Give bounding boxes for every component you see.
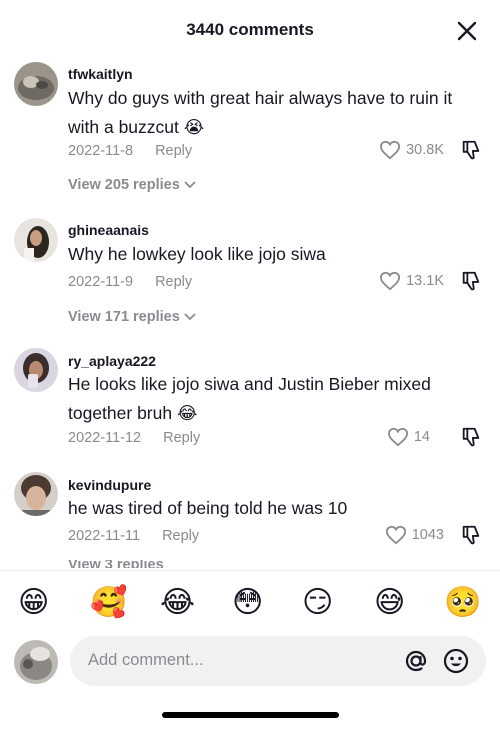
avatar[interactable]: [14, 218, 58, 262]
comment-date: 2022-11-12: [68, 430, 142, 446]
dislike-icon[interactable]: [460, 270, 482, 292]
comment-username[interactable]: tfwkaitlyn: [68, 66, 133, 82]
heart-icon: [380, 271, 401, 291]
comment-meta: 2022-11-12 Reply: [68, 430, 200, 446]
comment-date: 2022-11-9: [68, 274, 134, 290]
crying-emoji: 😭: [183, 117, 205, 137]
view-replies-button[interactable]: View 171 replies: [68, 309, 196, 325]
home-indicator[interactable]: [162, 712, 339, 718]
chevron-down-icon: [184, 181, 196, 189]
like-button[interactable]: 14: [387, 427, 430, 447]
comment-input-row: Add comment...: [0, 634, 500, 694]
comment-meta: 2022-11-11 Reply: [68, 528, 199, 544]
avatar[interactable]: [14, 472, 58, 516]
comment-input-placeholder: Add comment...: [88, 651, 204, 669]
smiling-hearts-emoji-button[interactable]: 🥰: [90, 585, 127, 621]
comment-username[interactable]: ry_aplaya222: [68, 353, 156, 369]
like-count: 1043: [411, 527, 444, 543]
comment-text-line: Why do guys with great hair always have …: [68, 88, 453, 108]
comment-meta: 2022-11-8 Reply: [68, 143, 192, 159]
like-count: 14: [413, 429, 430, 445]
sweat-smile-emoji-button[interactable]: 😅: [374, 585, 410, 621]
comment-text-line: with a buzzcut 😭: [68, 113, 488, 142]
comments-count-title: 3440 comments: [186, 20, 314, 39]
like-count: 30.8K: [406, 142, 444, 158]
comments-list[interactable]: tfwkaitlyn Why do guys with great hair a…: [0, 58, 500, 568]
comment-text-line: together bruh: [68, 403, 173, 423]
view-replies-button[interactable]: View 205 replies: [68, 177, 196, 193]
quick-emoji-bar: 😁 🥰 😂 😳 😏 😅 🥺: [0, 570, 500, 634]
pleading-emoji-button[interactable]: 🥺: [444, 585, 481, 621]
view-replies-button[interactable]: View 3 replies: [68, 560, 164, 568]
comment-username[interactable]: ghineaanais: [68, 222, 149, 238]
my-avatar[interactable]: [14, 640, 58, 684]
like-button[interactable]: 13.1K: [379, 271, 444, 291]
comment-meta: 2022-11-9 Reply: [68, 274, 192, 290]
reply-button[interactable]: Reply: [155, 143, 192, 159]
reply-button[interactable]: Reply: [162, 528, 199, 544]
heart-icon: [387, 427, 408, 447]
dislike-icon[interactable]: [460, 524, 482, 546]
comment-text-line: with a buzzcut: [68, 117, 179, 137]
dislike-icon[interactable]: [460, 426, 482, 448]
avatar[interactable]: [14, 62, 58, 106]
reply-button[interactable]: Reply: [155, 274, 192, 290]
reply-button[interactable]: Reply: [163, 430, 200, 446]
avatar[interactable]: [14, 348, 58, 392]
comments-sheet: 3440 comments tfwkaitlyn Why do guys wit…: [0, 0, 500, 729]
like-button[interactable]: 1043: [385, 525, 444, 545]
comment-input[interactable]: Add comment...: [70, 636, 486, 686]
comment-text-line: he was tired of being told he was 10: [68, 498, 348, 518]
comments-header: 3440 comments: [0, 0, 500, 62]
chevron-down-icon: [184, 313, 196, 321]
view-replies-label: View 171 replies: [68, 309, 180, 325]
at-icon[interactable]: [402, 647, 430, 675]
heart-icon: [385, 525, 406, 545]
close-icon[interactable]: [456, 20, 478, 42]
tears-of-joy-emoji-button[interactable]: 😂: [160, 585, 196, 621]
view-replies-label: View 3 replies: [68, 560, 164, 568]
comment-date: 2022-11-8: [68, 143, 134, 159]
dislike-icon[interactable]: [460, 139, 482, 161]
comment-username[interactable]: kevindupure: [68, 477, 151, 493]
like-button[interactable]: 30.8K: [379, 140, 444, 160]
comment-text: Why do guys with great hair always have …: [68, 84, 488, 142]
grinning-emoji-button[interactable]: 😁: [18, 585, 54, 621]
comment-text: he was tired of being told he was 10: [68, 494, 488, 523]
like-count: 13.1K: [406, 273, 444, 289]
flushed-emoji-button[interactable]: 😳: [232, 585, 268, 621]
comment-text-line: He looks like jojo siwa and Justin Biebe…: [68, 374, 431, 394]
comment-text: He looks like jojo siwa and Justin Biebe…: [68, 370, 488, 428]
comment-text-line: Why he lowkey look like jojo siwa: [68, 244, 326, 264]
view-replies-label: View 205 replies: [68, 177, 180, 193]
smirk-emoji-button[interactable]: 😏: [302, 585, 338, 621]
comment-date: 2022-11-11: [68, 528, 141, 544]
comment-text: Why he lowkey look like jojo siwa: [68, 240, 488, 269]
smiley-icon[interactable]: [442, 647, 470, 675]
laughing-emoji: 😂: [176, 403, 198, 423]
heart-icon: [380, 140, 401, 160]
comment-text-line: together bruh 😂: [68, 399, 488, 428]
